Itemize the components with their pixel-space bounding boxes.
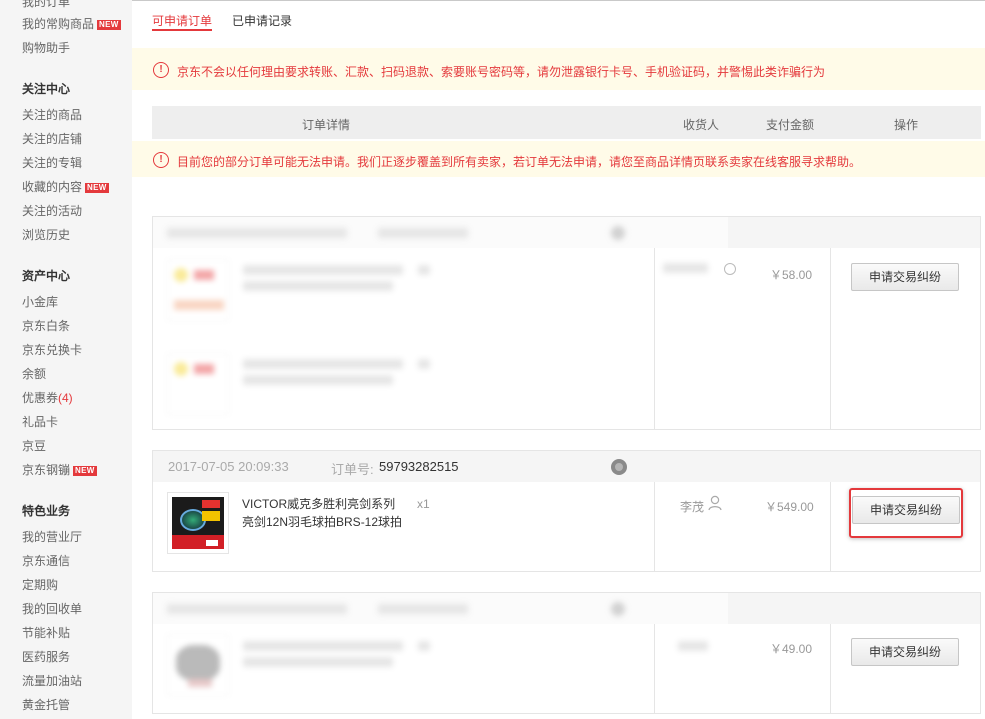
- active-tab-underline: [152, 29, 213, 31]
- divider: [132, 0, 985, 1]
- sidebar-item-jd-telecom[interactable]: 京东通信: [22, 554, 70, 568]
- product-name-link[interactable]: VICTOR威克多胜利亮剑系列 亮剑12N羽毛球拍BRS-12球拍: [242, 495, 402, 531]
- sidebar-item-data-topup[interactable]: 流量加油站: [22, 674, 82, 688]
- new-badge: NEW: [97, 20, 121, 30]
- column-header-details: 订单详情: [302, 118, 351, 132]
- sidebar-item-exchange-card[interactable]: 京东兑换卡: [22, 343, 82, 357]
- sidebar-item-frequent-products[interactable]: 我的常购商品 NEW: [22, 17, 121, 31]
- product-image: [172, 497, 224, 549]
- fraud-warning-text: 京东不会以任何理由要求转账、汇款、扫码退款、索要账号密码等，请勿泄露银行卡号、手…: [177, 65, 826, 79]
- sidebar-item-shopping-assistant[interactable]: 购物助手: [22, 41, 70, 55]
- divider: [830, 248, 831, 430]
- blur-overlay: [153, 593, 728, 713]
- order-card: ￥58.00 申请交易纠纷: [152, 216, 981, 430]
- column-header-amount: 支付金额: [766, 118, 815, 132]
- divider: [654, 482, 655, 572]
- apply-dispute-button[interactable]: 申请交易纠纷: [851, 263, 959, 291]
- table-header: 订单详情 收货人 支付金额 操作: [152, 106, 981, 139]
- fraud-warning-notice: ! 京东不会以任何理由要求转账、汇款、扫码退款、索要账号密码等，请勿泄露银行卡号…: [132, 48, 985, 90]
- sidebar: 我的订单 我的常购商品 NEW 购物助手 关注中心 关注的商品 关注的店铺 关注的…: [0, 0, 132, 719]
- divider: [654, 248, 655, 430]
- product-quantity: x1: [417, 497, 430, 511]
- product-thumbnail[interactable]: [167, 492, 229, 554]
- order-price: ￥58.00: [770, 268, 813, 282]
- order-price: ￥49.00: [770, 642, 813, 656]
- order-card: 2017-07-05 20:09:33 订单号: 59793282515 VIC…: [152, 450, 981, 572]
- sidebar-item-balance[interactable]: 余额: [22, 367, 46, 381]
- sidebar-section-title: 特色业务: [22, 504, 71, 518]
- sidebar-item-followed-shops[interactable]: 关注的店铺: [22, 132, 82, 146]
- divider: [830, 482, 831, 572]
- apply-dispute-button[interactable]: 申请交易纠纷: [851, 638, 959, 666]
- column-header-consignee: 收货人: [683, 118, 720, 132]
- sidebar-item-jd-coins[interactable]: 京东钢镚 NEW: [22, 463, 97, 477]
- sidebar-item-gift-card[interactable]: 礼品卡: [22, 415, 58, 429]
- blur-overlay: [153, 217, 728, 429]
- coupon-count: (4): [58, 391, 73, 405]
- tab-eligible-orders[interactable]: 可申请订单: [152, 12, 213, 31]
- search-icon: [724, 263, 736, 275]
- divider: [654, 624, 655, 714]
- partial-availability-text: 目前您的部分订单可能无法申请。我们正逐步覆盖到所有卖家，若订单无法申请，请您至商…: [177, 155, 862, 169]
- apply-dispute-button[interactable]: 申请交易纠纷: [852, 496, 960, 524]
- order-number-label: 订单号:: [331, 462, 374, 477]
- sidebar-item-followed-events[interactable]: 关注的活动: [22, 204, 82, 218]
- warning-circle-icon: !: [153, 62, 169, 78]
- sidebar-item-browse-history[interactable]: 浏览历史: [22, 228, 70, 242]
- order-date: 2017-07-05 20:09:33: [168, 459, 289, 474]
- sidebar-item-subscription[interactable]: 定期购: [22, 578, 58, 592]
- main-content: 可申请订单 已申请记录 ! 京东不会以任何理由要求转账、汇款、扫码退款、索要账号…: [132, 0, 985, 719]
- sidebar-item-followed-albums[interactable]: 关注的专辑: [22, 156, 82, 170]
- sidebar-item-gold-custody[interactable]: 黄金托管: [22, 698, 70, 712]
- sidebar-item-my-service-hall[interactable]: 我的营业厅: [22, 530, 82, 544]
- order-header: 2017-07-05 20:09:33 订单号: 59793282515: [153, 451, 980, 482]
- user-icon[interactable]: [708, 495, 722, 511]
- order-number: 59793282515: [379, 459, 459, 474]
- consignee-name: 李茂: [680, 500, 705, 514]
- sidebar-item-jd-beans[interactable]: 京豆: [22, 439, 46, 453]
- sidebar-item-saved-content[interactable]: 收藏的内容 NEW: [22, 180, 109, 194]
- partial-availability-notice: ! 目前您的部分订单可能无法申请。我们正逐步覆盖到所有卖家，若订单无法申请，请您…: [132, 141, 985, 177]
- tab-applied-records[interactable]: 已申请记录: [232, 12, 292, 29]
- sidebar-item-recycle-orders[interactable]: 我的回收单: [22, 602, 82, 616]
- sidebar-item-followed-products[interactable]: 关注的商品: [22, 108, 82, 122]
- sidebar-section-title: 关注中心: [22, 82, 71, 96]
- sidebar-item-medical-service[interactable]: 医药服务: [22, 650, 70, 664]
- shop-icon[interactable]: [611, 459, 627, 475]
- column-header-action: 操作: [894, 118, 919, 132]
- sidebar-item-my-orders[interactable]: 我的订单: [22, 0, 70, 10]
- sidebar-item-baitiao[interactable]: 京东白条: [22, 319, 70, 333]
- divider: [830, 624, 831, 714]
- new-badge: NEW: [73, 466, 97, 476]
- warning-circle-icon: !: [153, 152, 169, 168]
- sidebar-item-vault[interactable]: 小金库: [22, 295, 58, 309]
- sidebar-section-title: 资产中心: [22, 269, 71, 283]
- sidebar-item-energy-subsidy[interactable]: 节能补贴: [22, 626, 70, 640]
- new-badge: NEW: [85, 183, 109, 193]
- sidebar-item-coupons[interactable]: 优惠券(4): [22, 391, 73, 405]
- order-card: ￥49.00 申请交易纠纷: [152, 592, 981, 714]
- order-price: ￥549.00: [765, 500, 814, 514]
